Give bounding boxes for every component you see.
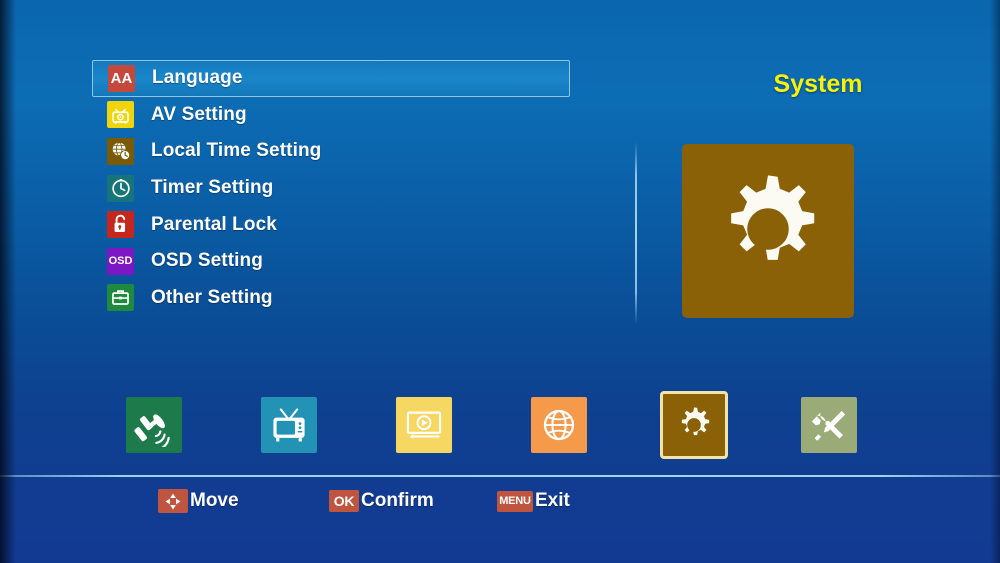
local-time-icon	[107, 137, 134, 165]
menu-item-osd-setting[interactable]: OSD OSD Setting	[92, 243, 570, 280]
menu-item-label: Timer Setting	[151, 177, 274, 199]
hint-move-label: Move	[190, 490, 239, 511]
globe-icon	[531, 397, 587, 453]
menu-item-language[interactable]: AA Language	[92, 60, 570, 97]
language-icon: AA	[108, 64, 135, 92]
footer-hint-bar: Move OK Confirm MENU Exit	[0, 486, 1000, 526]
menu-item-label: OSD Setting	[151, 250, 263, 272]
menu-item-local-time-setting[interactable]: Local Time Setting	[92, 133, 570, 170]
television-icon	[261, 397, 317, 453]
briefcase-icon	[107, 284, 134, 312]
satellite-dish-icon	[126, 397, 182, 453]
main-category-dock	[0, 385, 1000, 465]
footer-separator	[0, 475, 1000, 477]
gear-icon	[701, 162, 835, 301]
osd-icon: OSD	[107, 247, 134, 275]
hint-exit-label: Exit	[535, 490, 570, 511]
dock-item-tools[interactable]	[763, 385, 895, 465]
menu-item-other-setting[interactable]: Other Setting	[92, 280, 570, 317]
menu-item-av-setting[interactable]: AV Setting	[92, 97, 570, 134]
dock-item-channel[interactable]	[223, 385, 355, 465]
gear-icon	[660, 391, 728, 459]
hint-move: Move	[158, 486, 239, 516]
padlock-icon	[107, 211, 134, 239]
hint-confirm: OK Confirm	[329, 486, 434, 516]
dock-item-installation[interactable]	[88, 385, 220, 465]
menu-item-timer-setting[interactable]: Timer Setting	[92, 170, 570, 207]
osd-icon-label: OSD	[108, 254, 133, 267]
media-player-icon	[396, 397, 452, 453]
dock-item-system[interactable]	[628, 385, 760, 465]
timer-icon	[107, 174, 134, 202]
language-icon-label: AA	[110, 69, 133, 87]
menu-item-label: Parental Lock	[151, 213, 277, 235]
hint-confirm-label: Confirm	[361, 490, 434, 511]
system-menu-list: AA Language AV Setting Local Time Settin…	[92, 60, 570, 316]
vertical-divider	[635, 142, 637, 324]
menu-key-icon: MENU	[497, 490, 533, 512]
system-preview-tile	[682, 144, 854, 318]
menu-item-label: Other Setting	[151, 286, 273, 308]
av-setting-icon	[107, 101, 134, 129]
menu-item-parental-lock[interactable]: Parental Lock	[92, 206, 570, 243]
ok-key-icon: OK	[329, 490, 359, 512]
hint-exit: MENU Exit	[497, 486, 570, 516]
menu-item-label: Local Time Setting	[151, 140, 322, 162]
page-title: System	[773, 70, 863, 98]
dock-item-network[interactable]	[493, 385, 625, 465]
tools-icon	[801, 397, 857, 453]
dock-item-media[interactable]	[358, 385, 490, 465]
stb-system-menu-screen: AA Language AV Setting Local Time Settin…	[0, 0, 1000, 563]
menu-item-label: AV Setting	[151, 103, 247, 125]
dpad-icon	[158, 489, 188, 513]
menu-item-label: Language	[152, 67, 243, 89]
